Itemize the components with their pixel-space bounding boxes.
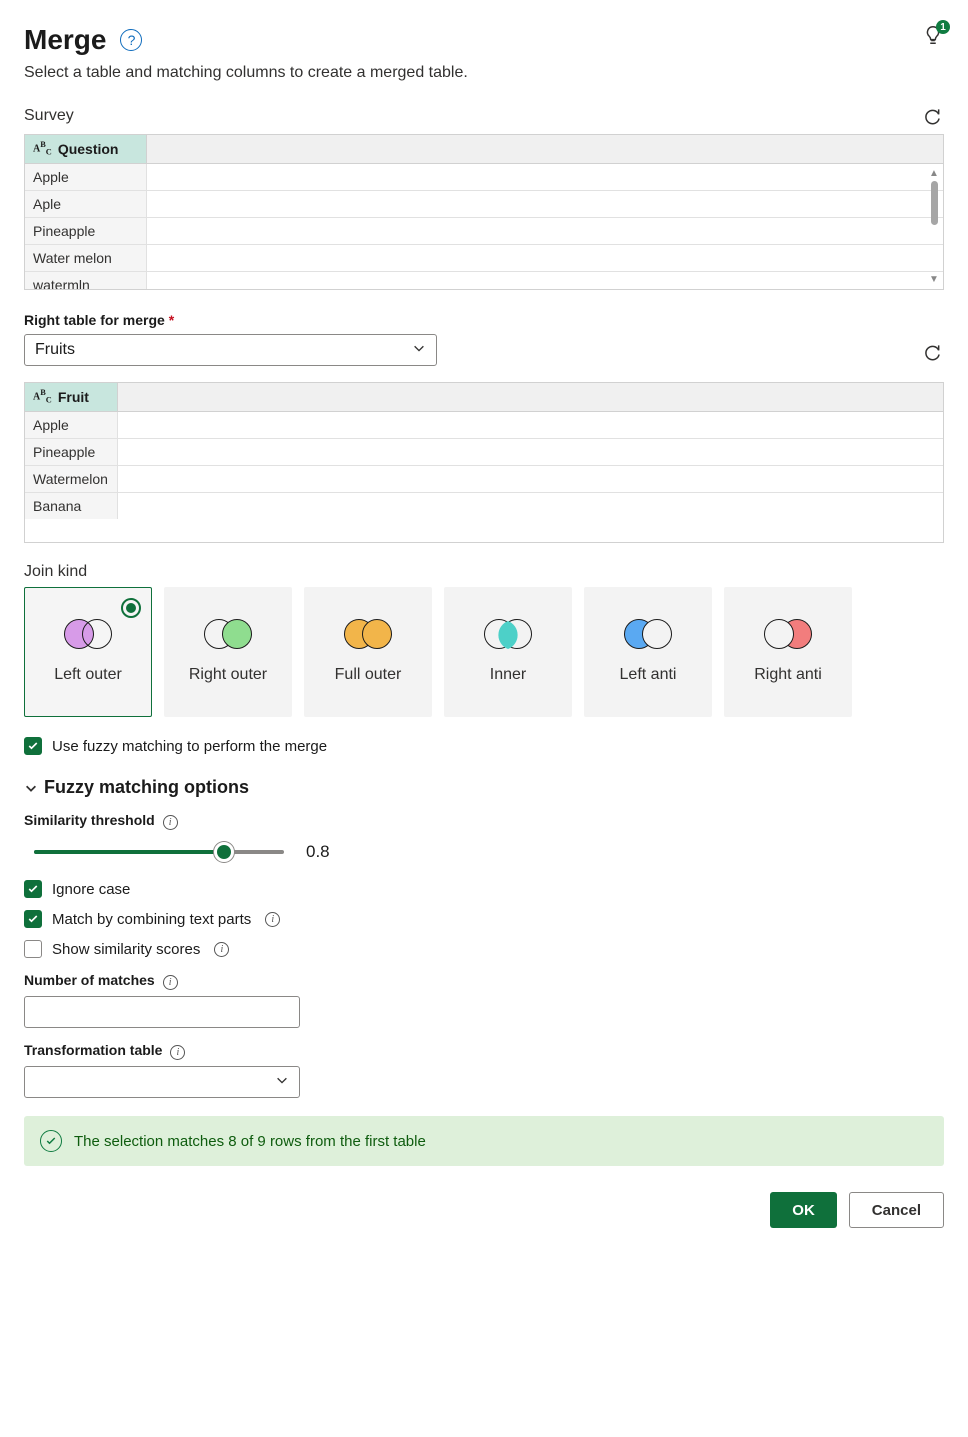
ideas-badge: 1 xyxy=(936,20,950,34)
right-column-header[interactable]: ABC Fruit xyxy=(25,383,118,411)
radio-selected-icon xyxy=(121,598,141,618)
join-left-anti[interactable]: Left anti xyxy=(584,587,712,717)
right-table[interactable]: ABC Fruit Apple Pineapple Watermelon Ban… xyxy=(24,382,944,543)
join-kind-label: Join kind xyxy=(24,563,944,581)
use-fuzzy-label: Use fuzzy matching to perform the merge xyxy=(52,738,327,755)
slider-thumb[interactable] xyxy=(214,842,234,862)
check-icon xyxy=(27,913,39,925)
table-row[interactable]: Water melon xyxy=(25,245,147,271)
join-full-outer[interactable]: Full outer xyxy=(304,587,432,717)
transform-table-label: Transformation table xyxy=(24,1042,162,1058)
info-icon[interactable]: i xyxy=(163,815,178,830)
num-matches-label: Number of matches xyxy=(24,972,155,988)
status-bar: The selection matches 8 of 9 rows from t… xyxy=(24,1116,944,1166)
table-row[interactable]: Apple xyxy=(25,164,147,190)
check-icon xyxy=(27,740,39,752)
table-row[interactable]: Apple xyxy=(25,412,118,438)
join-kind-group: Left outer Right outer Full outer Inner … xyxy=(24,587,944,717)
table-row[interactable]: Pineapple xyxy=(25,439,118,465)
help-icon[interactable]: ? xyxy=(120,29,142,51)
chevron-down-icon xyxy=(275,1073,289,1092)
scroll-up-icon[interactable]: ▲ xyxy=(929,168,939,179)
scrollbar[interactable]: ▲ ▼ xyxy=(927,168,941,285)
page-title-text: Merge xyxy=(24,24,106,56)
show-scores-label: Show similarity scores xyxy=(52,941,200,958)
right-table-label: Right table for merge * xyxy=(24,312,174,328)
success-icon xyxy=(40,1130,62,1152)
scroll-down-icon[interactable]: ▼ xyxy=(929,274,939,285)
refresh-icon xyxy=(922,342,942,362)
combine-text-label: Match by combining text parts xyxy=(52,911,251,928)
ignore-case-checkbox[interactable] xyxy=(24,880,42,898)
table-row[interactable]: Pineapple xyxy=(25,218,147,244)
table-row[interactable]: watermln xyxy=(25,272,147,289)
check-icon xyxy=(27,883,39,895)
ok-button[interactable]: OK xyxy=(770,1192,837,1228)
page-title: Merge ? xyxy=(24,24,468,56)
join-right-outer[interactable]: Right outer xyxy=(164,587,292,717)
join-left-outer[interactable]: Left outer xyxy=(24,587,152,717)
info-icon[interactable]: i xyxy=(265,912,280,927)
text-type-icon: ABC xyxy=(33,389,52,404)
status-text: The selection matches 8 of 9 rows from t… xyxy=(74,1133,426,1150)
num-matches-input[interactable] xyxy=(24,996,300,1028)
table-row[interactable]: Aple xyxy=(25,191,147,217)
combine-text-checkbox[interactable] xyxy=(24,910,42,928)
refresh-right-button[interactable] xyxy=(920,340,944,364)
fuzzy-options-expander[interactable]: Fuzzy matching options xyxy=(24,777,944,798)
chevron-down-icon xyxy=(24,781,38,795)
right-table-value: Fruits xyxy=(35,341,75,359)
info-icon[interactable]: i xyxy=(170,1045,185,1060)
join-inner[interactable]: Inner xyxy=(444,587,572,717)
right-column-name: Fruit xyxy=(58,389,89,405)
ideas-button[interactable]: 1 xyxy=(922,24,944,49)
threshold-value: 0.8 xyxy=(306,842,330,862)
refresh-icon xyxy=(922,106,942,126)
survey-label: Survey xyxy=(24,107,74,125)
table-row[interactable]: Watermelon xyxy=(25,466,118,492)
right-table-select[interactable]: Fruits xyxy=(24,334,437,366)
threshold-label: Similarity threshold xyxy=(24,812,155,828)
survey-column-header[interactable]: ABC Question xyxy=(25,135,147,163)
transform-table-select[interactable] xyxy=(24,1066,300,1098)
scroll-thumb[interactable] xyxy=(931,181,938,225)
ignore-case-label: Ignore case xyxy=(52,881,130,898)
threshold-slider[interactable] xyxy=(34,850,284,854)
venn-inner-icon xyxy=(484,619,532,651)
survey-column-name: Question xyxy=(58,141,119,157)
use-fuzzy-checkbox[interactable] xyxy=(24,737,42,755)
show-scores-checkbox[interactable] xyxy=(24,940,42,958)
text-type-icon: ABC xyxy=(33,141,52,156)
info-icon[interactable]: i xyxy=(214,942,229,957)
refresh-survey-button[interactable] xyxy=(920,104,944,128)
page-subtitle: Select a table and matching columns to c… xyxy=(24,64,468,82)
survey-table[interactable]: ABC Question Apple Aple Pineapple Water … xyxy=(24,134,944,290)
cancel-button[interactable]: Cancel xyxy=(849,1192,944,1228)
table-row[interactable]: Banana xyxy=(25,493,118,519)
info-icon[interactable]: i xyxy=(163,975,178,990)
join-right-anti[interactable]: Right anti xyxy=(724,587,852,717)
chevron-down-icon xyxy=(412,341,426,360)
